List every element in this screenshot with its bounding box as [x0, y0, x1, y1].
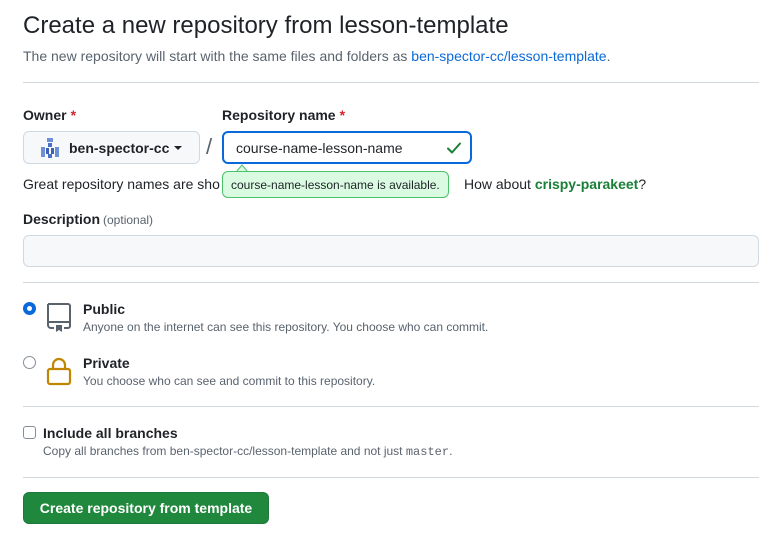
public-desc: Anyone on the internet can see this repo… — [83, 320, 489, 334]
required-mark: * — [70, 107, 77, 123]
repo-name-label: Repository name * — [222, 107, 345, 123]
public-title: Public — [83, 301, 126, 317]
branches-desc-suffix: . — [449, 444, 453, 458]
page-subtitle: The new repository will start with the s… — [23, 48, 610, 64]
repo-name-label-text: Repository name — [222, 107, 336, 123]
owner-select[interactable]: ben-spector-cc — [23, 131, 200, 164]
include-branches-checkbox[interactable] — [23, 426, 36, 439]
branches-desc-prefix: Copy all branches from ben-spector-cc/le… — [43, 444, 406, 458]
hint-middle: How about — [464, 176, 535, 192]
private-radio[interactable] — [23, 356, 36, 369]
owner-avatar — [41, 137, 59, 158]
include-branches-desc: Copy all branches from ben-spector-cc/le… — [43, 444, 452, 459]
owner-name: ben-spector-cc — [69, 139, 170, 156]
private-title: Private — [83, 355, 130, 371]
branch-name: master — [405, 445, 450, 459]
repo-icon — [47, 303, 71, 332]
divider — [23, 282, 759, 283]
optional-tag: (optional) — [103, 213, 154, 227]
name-hint: Great repository names are sho — [23, 176, 220, 192]
divider — [23, 82, 759, 83]
private-desc: You choose who can see and commit to thi… — [83, 374, 376, 388]
include-branches-title: Include all branches — [43, 425, 178, 441]
divider — [23, 406, 759, 407]
public-radio[interactable] — [23, 302, 36, 315]
visibility-private-option[interactable]: Private You choose who can see and commi… — [23, 355, 723, 399]
description-label-text: Description — [23, 211, 101, 227]
owner-label: Owner * — [23, 107, 76, 123]
subtitle-prefix: The new repository will start with the s… — [23, 48, 412, 64]
owner-label-text: Owner — [23, 107, 67, 123]
description-input[interactable] — [23, 235, 759, 267]
page-title: Create a new repository from lesson-temp… — [23, 12, 509, 39]
name-suggestion: How about crispy-parakeet? — [464, 176, 646, 192]
subtitle-suffix: . — [606, 48, 611, 64]
repo-name-input[interactable] — [222, 131, 472, 164]
create-repository-button[interactable]: Create repository from template — [23, 492, 269, 524]
chevron-down-icon — [174, 146, 183, 150]
suggested-name[interactable]: crispy-parakeet — [535, 176, 639, 192]
description-label: Description (optional) — [23, 211, 153, 227]
owner-repo-separator: / — [206, 134, 213, 159]
lock-icon — [46, 357, 72, 386]
check-icon — [447, 142, 461, 154]
divider — [23, 477, 759, 478]
availability-tooltip: course-name-lesson-name is available. — [222, 171, 449, 198]
hint-suffix: ? — [638, 176, 647, 192]
required-mark: * — [339, 107, 346, 123]
visibility-public-option[interactable]: Public Anyone on the internet can see th… — [23, 301, 723, 345]
hint-prefix: Great repository names are sho — [23, 176, 220, 192]
template-link[interactable]: ben-spector-cc/lesson-template — [411, 48, 606, 64]
